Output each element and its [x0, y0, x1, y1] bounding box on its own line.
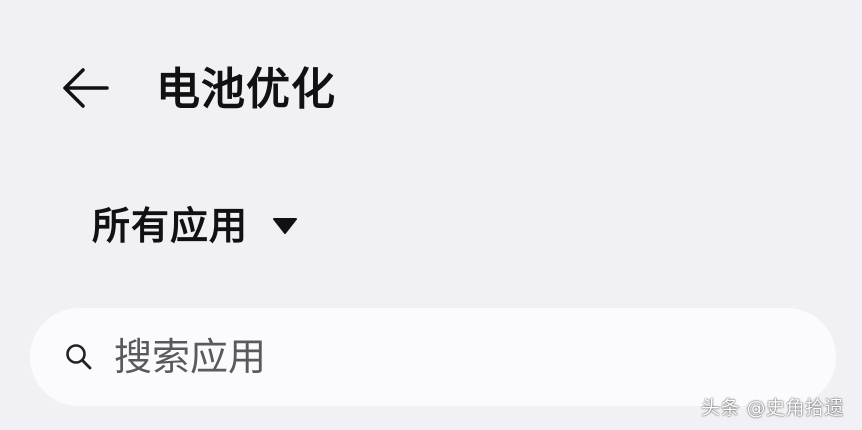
back-button[interactable]: [52, 62, 118, 118]
arrow-left-icon: [59, 66, 111, 114]
search-icon: [64, 342, 94, 372]
app-filter-dropdown[interactable]: 所有应用: [92, 198, 298, 254]
search-input[interactable]: [114, 327, 714, 387]
page-title: 电池优化: [156, 64, 336, 115]
search-bar[interactable]: [30, 308, 836, 406]
watermark-text: 头条 @史角拾遗: [700, 397, 844, 419]
caret-down-icon: [272, 217, 298, 235]
filter-selected-label: 所有应用: [92, 204, 249, 248]
